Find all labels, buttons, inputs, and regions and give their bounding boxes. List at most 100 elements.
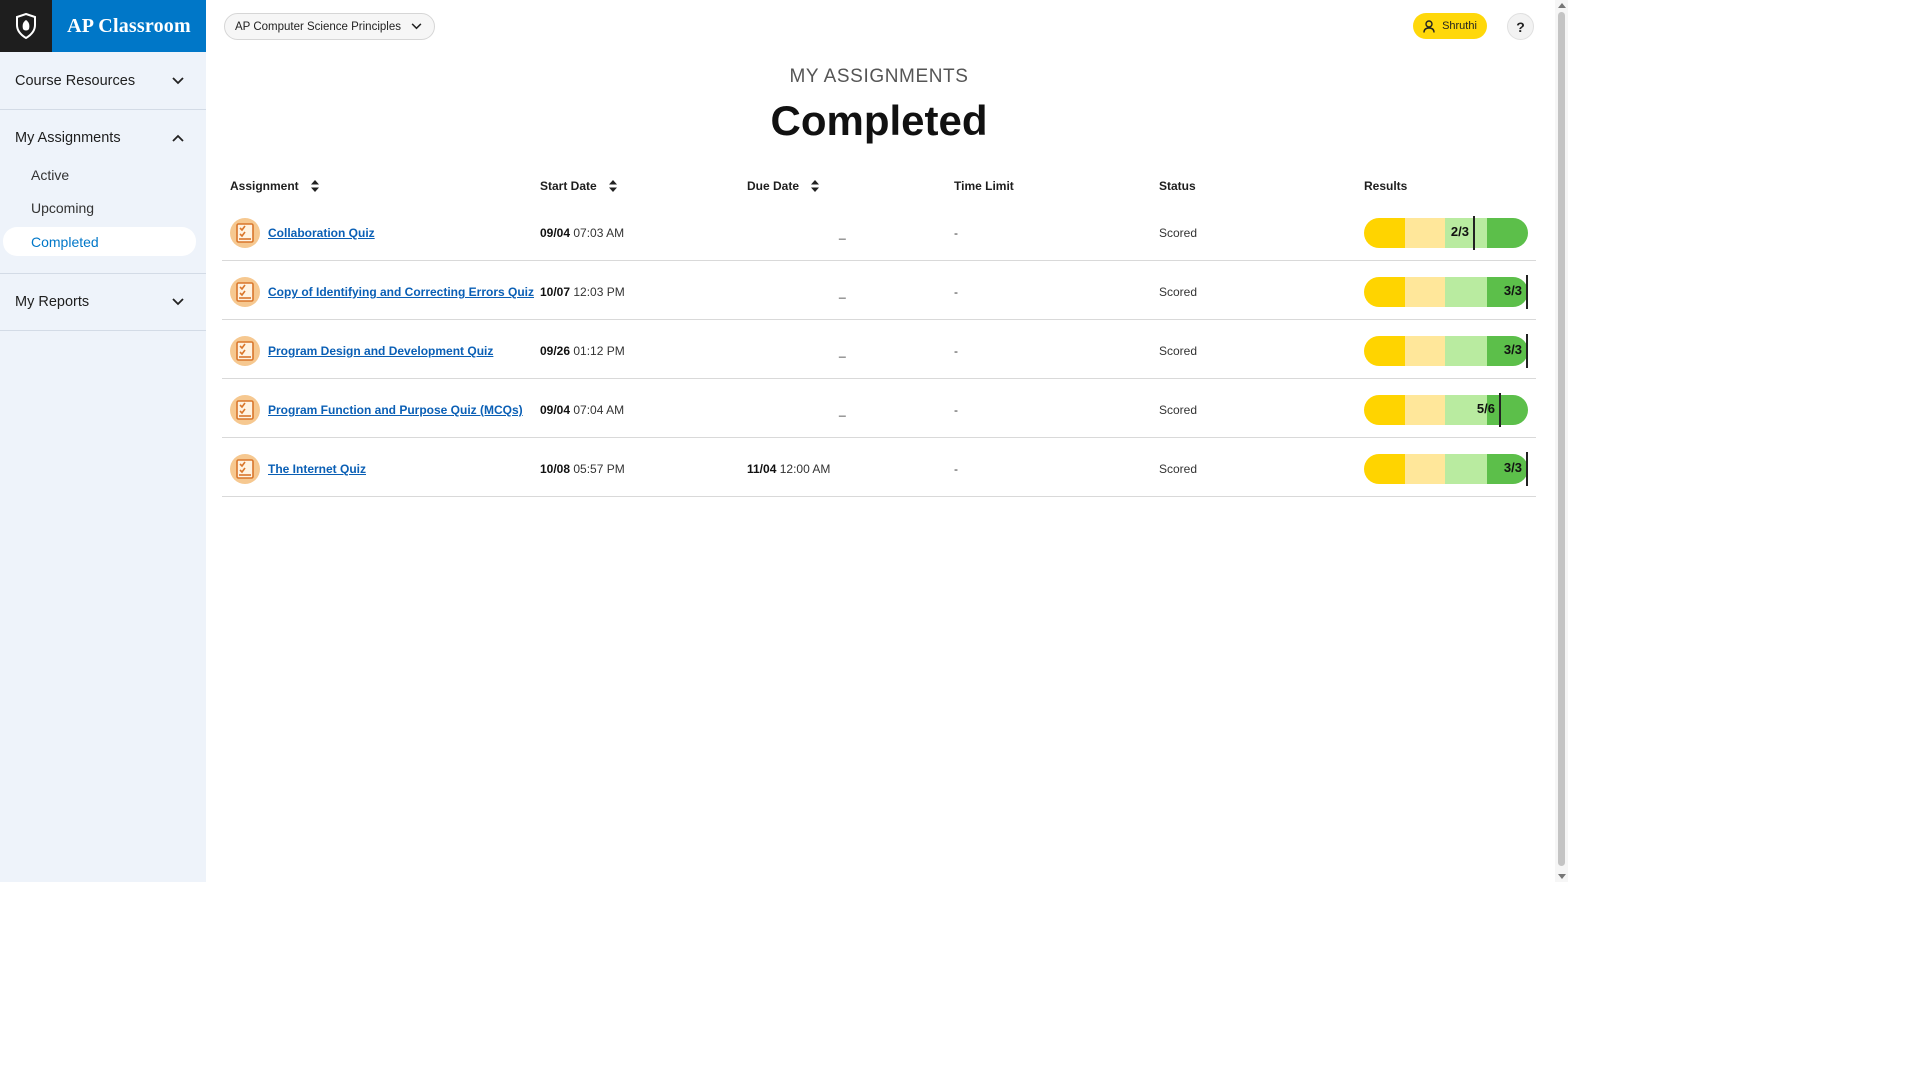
sidebar-item-completed[interactable]: Completed	[3, 227, 196, 256]
table-header: Assignment Start Date Due Date Time Limi…	[222, 170, 1536, 202]
brand-header: AP Classroom	[0, 0, 206, 52]
column-assignment[interactable]: Assignment	[230, 179, 319, 193]
start-date-day: 09/26	[540, 344, 571, 358]
nav-sub-list: Active Upcoming Completed	[0, 160, 206, 273]
brand-name[interactable]: AP Classroom	[52, 0, 206, 52]
start-date-time: 05:57 PM	[573, 462, 625, 476]
results-segment-1	[1364, 218, 1405, 248]
results-segment-3	[1445, 336, 1487, 366]
results-score: 2/3	[1450, 224, 1469, 239]
nav-my-reports[interactable]: My Reports	[0, 274, 206, 330]
assignment-link[interactable]: The Internet Quiz	[268, 462, 366, 476]
course-selector[interactable]: AP Computer Science Principles	[224, 13, 435, 40]
table-body: Collaboration Quiz 09/04 07:03 AM _ - Sc…	[222, 202, 1536, 497]
results-segment-1	[1364, 277, 1405, 307]
assignments-table: Assignment Start Date Due Date Time Limi…	[222, 170, 1536, 497]
due-date-empty: _	[839, 285, 846, 299]
nav-course-resources[interactable]: Course Resources	[0, 52, 206, 109]
results-bar[interactable]	[1364, 218, 1528, 248]
due-date: 11/04 12:00 AM	[747, 462, 830, 476]
page-scrollbar[interactable]	[1555, 0, 1568, 882]
nav-section-my-assignments: My Assignments Active Upcoming Completed	[0, 110, 206, 274]
column-label: Results	[1364, 179, 1408, 193]
column-label: Status	[1159, 179, 1196, 193]
due-date-empty: _	[839, 403, 846, 417]
status-text: Scored	[1159, 462, 1198, 476]
page-kicker: MY ASSIGNMENTS	[789, 66, 969, 87]
scroll-down-arrow-icon[interactable]	[1558, 874, 1566, 879]
assignment-link[interactable]: Copy of Identifying and Correcting Error…	[268, 285, 534, 299]
results-segment-2	[1405, 277, 1445, 307]
column-status: Status	[1159, 179, 1196, 193]
column-label: Start Date	[540, 179, 597, 193]
sidebar-item-upcoming[interactable]: Upcoming	[3, 194, 196, 223]
nav-label: My Reports	[15, 293, 90, 310]
assignment-link[interactable]: Program Function and Purpose Quiz (MCQs)	[268, 403, 523, 417]
time-limit: -	[954, 403, 958, 417]
results-segment-2	[1405, 218, 1445, 248]
table-row: Program Design and Development Quiz 09/2…	[222, 320, 1536, 379]
status-text: Scored	[1159, 285, 1198, 299]
start-date-day: 09/04	[540, 226, 571, 240]
user-icon	[1423, 19, 1435, 33]
time-limit: -	[954, 344, 958, 358]
scroll-up-arrow-icon[interactable]	[1558, 3, 1566, 8]
time-limit: -	[954, 226, 958, 240]
nav-section-my-reports: My Reports	[0, 274, 206, 331]
quiz-checklist-icon	[230, 218, 260, 248]
results-segment-2	[1405, 454, 1445, 484]
sidebar-item-active[interactable]: Active	[3, 160, 196, 189]
results-bar[interactable]	[1364, 395, 1528, 425]
results-segment-2	[1405, 336, 1445, 366]
start-date-day: 10/08	[540, 462, 571, 476]
start-date-time: 12:03 PM	[573, 285, 625, 299]
results-marker	[1526, 334, 1528, 368]
column-results: Results	[1364, 179, 1407, 193]
start-date: 10/08 05:57 PM	[540, 462, 625, 476]
results-segment-4	[1487, 218, 1528, 248]
column-label: Due Date	[747, 179, 800, 193]
sort-icon	[608, 180, 617, 192]
table-row: The Internet Quiz 10/08 05:57 PM 11/04 1…	[222, 438, 1536, 497]
start-date-time: 07:03 AM	[573, 226, 625, 240]
sort-icon	[811, 180, 820, 192]
results-marker	[1473, 216, 1475, 250]
due-date-empty: _	[839, 344, 846, 358]
nav-my-assignments[interactable]: My Assignments	[0, 110, 206, 166]
results-segment-3	[1445, 277, 1487, 307]
column-time-limit: Time Limit	[954, 179, 1014, 193]
scroll-thumb[interactable]	[1558, 12, 1565, 866]
start-date: 09/04 07:03 AM	[540, 226, 624, 240]
sort-icon	[310, 180, 319, 192]
assignment-link[interactable]: Program Design and Development Quiz	[268, 344, 493, 358]
start-date-time: 01:12 PM	[573, 344, 625, 358]
sidebar: AP Classroom Course Resources My Assignm…	[0, 0, 206, 882]
help-button[interactable]: ?	[1507, 13, 1534, 40]
results-segment-1	[1364, 395, 1405, 425]
shield-acorn-icon[interactable]	[0, 0, 52, 52]
user-menu-button[interactable]: Shruthi	[1413, 13, 1487, 39]
column-start-date[interactable]: Start Date	[540, 179, 617, 193]
chevron-up-icon	[172, 134, 184, 142]
start-date-time: 07:04 AM	[573, 403, 625, 417]
chevron-down-icon	[411, 23, 422, 30]
table-row: Program Function and Purpose Quiz (MCQs)…	[222, 379, 1536, 438]
results-segment-2	[1405, 395, 1445, 425]
results-marker	[1499, 393, 1501, 427]
table-row: Copy of Identifying and Correcting Error…	[222, 261, 1536, 320]
course-selector-label: AP Computer Science Principles	[235, 20, 401, 33]
results-segment-1	[1364, 454, 1405, 484]
chevron-down-icon	[172, 76, 184, 84]
results-score: 3/3	[1503, 460, 1522, 475]
column-due-date[interactable]: Due Date	[747, 179, 820, 193]
table-row: Collaboration Quiz 09/04 07:03 AM _ - Sc…	[222, 202, 1536, 261]
due-date-empty: _	[839, 226, 846, 240]
start-date-day: 10/07	[540, 285, 571, 299]
status-text: Scored	[1159, 403, 1198, 417]
assignment-link[interactable]: Collaboration Quiz	[268, 226, 375, 240]
quiz-checklist-icon	[230, 395, 260, 425]
results-score: 3/3	[1503, 283, 1522, 298]
results-marker	[1526, 275, 1528, 309]
due-date-day: 11/04	[747, 462, 777, 476]
page-title: Completed	[770, 97, 988, 144]
